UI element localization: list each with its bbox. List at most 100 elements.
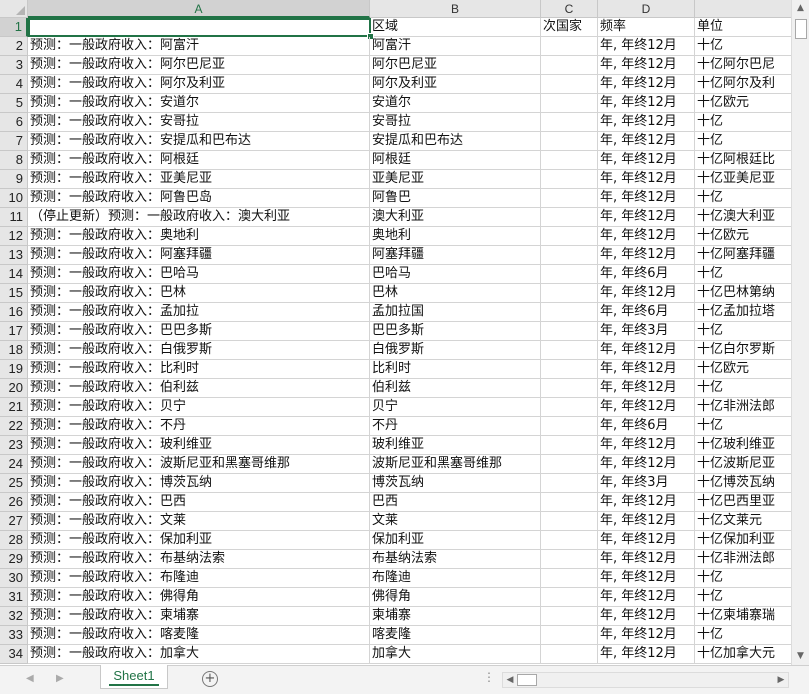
cell-indicator[interactable]: 预测：一般政府收入：佛得角 [28,588,370,607]
cell-frequency[interactable]: 年, 年终12月 [598,132,695,151]
cell-frequency[interactable]: 年, 年终12月 [598,56,695,75]
column-header-d[interactable]: D [598,0,695,18]
add-sheet-icon[interactable]: + [202,671,218,687]
cell-unit[interactable]: 十亿孟加拉塔 [695,303,791,322]
cell-unit[interactable]: 十亿欧元 [695,360,791,379]
header-cell-region[interactable]: 区域 [370,18,541,37]
cell-indicator[interactable]: 预测：一般政府收入：文莱 [28,512,370,531]
cell-indicator[interactable]: 预测：一般政府收入：比利时 [28,360,370,379]
scroll-right-icon[interactable]: ▶ [774,673,788,687]
cell-region[interactable]: 白俄罗斯 [370,341,541,360]
header-cell-unit[interactable]: 单位 [695,18,791,37]
cell-region[interactable]: 巴哈马 [370,265,541,284]
row-header[interactable]: 6 [0,113,28,132]
cell-subnational[interactable] [541,322,598,341]
cell-indicator[interactable]: 预测：一般政府收入：阿尔巴尼亚 [28,56,370,75]
cell-region[interactable]: 阿尔及利亚 [370,75,541,94]
cell-frequency[interactable]: 年, 年终12月 [598,284,695,303]
scroll-up-icon[interactable]: ▲ [792,0,809,17]
cell-frequency[interactable]: 年, 年终6月 [598,303,695,322]
cell-region[interactable]: 不丹 [370,417,541,436]
cell-region[interactable]: 贝宁 [370,398,541,417]
cell-subnational[interactable] [541,265,598,284]
cell-subnational[interactable] [541,493,598,512]
cell-frequency[interactable]: 年, 年终3月 [598,322,695,341]
cell-frequency[interactable]: 年, 年终12月 [598,208,695,227]
cell-region[interactable]: 文莱 [370,512,541,531]
row-header[interactable]: 8 [0,151,28,170]
row-header[interactable]: 22 [0,417,28,436]
cell-region[interactable]: 巴巴多斯 [370,322,541,341]
vertical-scroll-thumb[interactable] [795,19,807,39]
cell-frequency[interactable]: 年, 年终12月 [598,113,695,132]
row-header[interactable]: 18 [0,341,28,360]
cell-subnational[interactable] [541,37,598,56]
cell-indicator[interactable]: 预测：一般政府收入：孟加拉 [28,303,370,322]
cell-region[interactable]: 喀麦隆 [370,626,541,645]
horizontal-scrollbar[interactable]: ◀ ▶ [502,672,789,688]
cell-unit[interactable]: 十亿加拿大元 [695,645,791,664]
row-header[interactable]: 34 [0,645,28,664]
cell-indicator[interactable]: 预测：一般政府收入：巴巴多斯 [28,322,370,341]
cell-frequency[interactable]: 年, 年终12月 [598,493,695,512]
cell-region[interactable]: 阿富汗 [370,37,541,56]
cell-indicator[interactable]: 预测：一般政府收入：奥地利 [28,227,370,246]
cell-subnational[interactable] [541,550,598,569]
cell-region[interactable]: 孟加拉国 [370,303,541,322]
cell-unit[interactable]: 十亿 [695,322,791,341]
cell-unit[interactable]: 十亿 [695,626,791,645]
row-header[interactable]: 14 [0,265,28,284]
cell-indicator[interactable]: （停止更新）预测：一般政府收入：澳大利亚 [28,208,370,227]
row-header[interactable]: 32 [0,607,28,626]
cell-region[interactable]: 巴西 [370,493,541,512]
cell-region[interactable]: 奥地利 [370,227,541,246]
cell-frequency[interactable]: 年, 年终12月 [598,569,695,588]
prev-sheet-icon[interactable]: ◀ [26,673,34,684]
cell-frequency[interactable]: 年, 年终12月 [598,436,695,455]
cell-subnational[interactable] [541,645,598,664]
cell-unit[interactable]: 十亿 [695,189,791,208]
cell-subnational[interactable] [541,246,598,265]
cell-subnational[interactable] [541,474,598,493]
cell-indicator[interactable]: 预测：一般政府收入：安哥拉 [28,113,370,132]
cell-subnational[interactable] [541,75,598,94]
cell-indicator[interactable]: 预测：一般政府收入：博茨瓦纳 [28,474,370,493]
cell-region[interactable]: 佛得角 [370,588,541,607]
cell-unit[interactable]: 十亿 [695,569,791,588]
cell-unit[interactable]: 十亿阿塞拜疆 [695,246,791,265]
cell-indicator[interactable]: 预测：一般政府收入：安道尔 [28,94,370,113]
cell-indicator[interactable]: 预测：一般政府收入：保加利亚 [28,531,370,550]
cell-subnational[interactable] [541,626,598,645]
row-header[interactable]: 3 [0,56,28,75]
cell-frequency[interactable]: 年, 年终12月 [598,341,695,360]
cell-region[interactable]: 阿鲁巴 [370,189,541,208]
cell-subnational[interactable] [541,455,598,474]
cell-unit[interactable]: 十亿文莱元 [695,512,791,531]
cell-region[interactable]: 安提瓜和巴布达 [370,132,541,151]
row-header[interactable]: 9 [0,170,28,189]
cell-indicator[interactable]: 预测：一般政府收入：波斯尼亚和黑塞哥维那 [28,455,370,474]
row-header[interactable]: 2 [0,37,28,56]
cell-unit[interactable]: 十亿保加利亚 [695,531,791,550]
cell-subnational[interactable] [541,512,598,531]
row-header[interactable]: 11 [0,208,28,227]
cell-unit[interactable]: 十亿 [695,588,791,607]
row-header[interactable]: 17 [0,322,28,341]
row-header[interactable]: 21 [0,398,28,417]
cell-region[interactable]: 博茨瓦纳 [370,474,541,493]
cell-indicator[interactable]: 预测：一般政府收入：喀麦隆 [28,626,370,645]
cell-indicator[interactable]: 预测：一般政府收入：阿尔及利亚 [28,75,370,94]
row-header[interactable]: 25 [0,474,28,493]
spreadsheet-grid[interactable]: A B C D 1 区域 次国家 频率 单位 2 预测：一般政府收入：阿富汗 阿富汗… [0,0,791,665]
cell-indicator[interactable]: 预测：一般政府收入：巴哈马 [28,265,370,284]
cell-indicator[interactable]: 预测：一般政府收入：布基纳法索 [28,550,370,569]
cell-indicator[interactable]: 预测：一般政府收入：布隆迪 [28,569,370,588]
cell-subnational[interactable] [541,94,598,113]
cell-region[interactable]: 阿尔巴尼亚 [370,56,541,75]
cell-frequency[interactable]: 年, 年终12月 [598,360,695,379]
cell-frequency[interactable]: 年, 年终12月 [598,37,695,56]
cell-subnational[interactable] [541,436,598,455]
row-header[interactable]: 31 [0,588,28,607]
cell-frequency[interactable]: 年, 年终12月 [598,189,695,208]
row-header[interactable]: 10 [0,189,28,208]
